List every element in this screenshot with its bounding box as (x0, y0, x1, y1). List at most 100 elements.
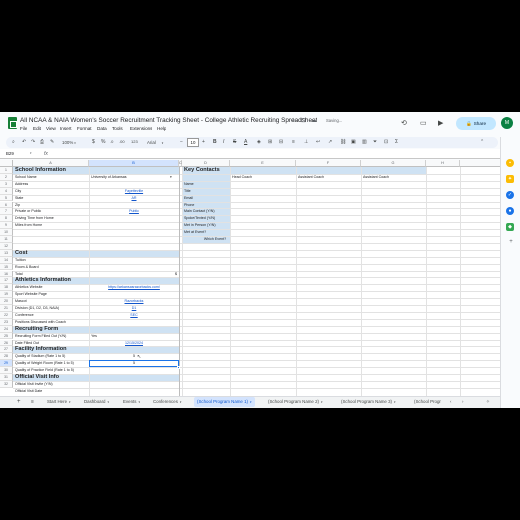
value-city[interactable]: Fayetteville (89, 188, 179, 195)
label-athletics-website[interactable]: Athletics Website (13, 284, 89, 291)
row-header[interactable]: 32 (0, 380, 13, 388)
row-header[interactable]: 16 (0, 270, 13, 278)
functions-icon[interactable]: Σ (395, 139, 398, 145)
row-header[interactable]: 12 (0, 242, 13, 250)
column-header-h[interactable]: H (426, 160, 460, 167)
row-header[interactable]: 27 (0, 346, 13, 354)
contact-label-main-contact[interactable]: Main Contact (Y/N) (182, 208, 230, 215)
label-driving-time[interactable]: Driving Time from Home (13, 215, 89, 222)
get-addons-icon[interactable]: + (507, 239, 515, 245)
contact-label-name[interactable]: Name (182, 181, 230, 188)
name-box[interactable]: B29 (6, 151, 14, 156)
value-mascot[interactable]: Razorbacks (89, 298, 179, 305)
row-header[interactable]: 28 (0, 353, 13, 361)
row-header[interactable]: 30 (0, 367, 13, 374)
label-address[interactable]: Address (13, 181, 89, 188)
row-header-selected[interactable]: 29 (0, 360, 13, 368)
row-header[interactable]: 6 (0, 201, 13, 209)
row-header[interactable]: 18 (0, 284, 13, 292)
increase-decimal-button[interactable]: .00 (119, 139, 125, 144)
search-menus-icon[interactable]: ⌕ (12, 139, 15, 145)
value-private-public[interactable]: Public (89, 208, 179, 215)
contact-label-met-at-event[interactable]: Met at Event? (182, 229, 230, 236)
row-header[interactable]: 14 (0, 256, 13, 264)
label-positions[interactable]: Positions Discussed with Coach (13, 319, 89, 326)
row-header[interactable]: 24 (0, 325, 13, 333)
value-school-name[interactable]: University of Arkansas (89, 174, 169, 181)
column-header-g[interactable]: G (361, 160, 426, 167)
decrease-font-size-icon[interactable]: − (180, 139, 183, 145)
section-key-contacts[interactable]: Key Contacts (182, 167, 242, 174)
text-rotation-icon[interactable]: ↗ (328, 139, 332, 145)
sheet-tab-school-program-4[interactable]: (School Progr (414, 397, 446, 407)
row-header[interactable]: 19 (0, 291, 13, 299)
section-cost[interactable]: Cost (13, 250, 89, 257)
select-all-corner[interactable] (0, 160, 13, 167)
label-zip[interactable]: Zip (13, 202, 89, 209)
fill-handle[interactable] (177, 365, 180, 369)
contact-label-met-in-person[interactable]: Met in Person (Y/N) (182, 222, 230, 229)
share-button[interactable]: 🔒 Share (456, 117, 496, 130)
meet-icon[interactable]: ▶ (438, 119, 443, 127)
row-header[interactable]: 3 (0, 180, 13, 188)
row-header[interactable]: 15 (0, 263, 13, 271)
text-color-button[interactable]: A (244, 139, 247, 145)
zoom-select[interactable]: 100% ▾ (62, 138, 76, 147)
font-size-input[interactable]: 10 (187, 138, 199, 147)
label-school-name[interactable]: School Name (13, 174, 89, 181)
column-header-e[interactable]: E (230, 160, 296, 167)
contact-label-title[interactable]: Title (182, 188, 230, 195)
sheet-tab-school-program-1[interactable]: (School Program Name 1) ▾ (194, 397, 255, 407)
font-select[interactable]: Arial ▾ (147, 138, 163, 147)
strikethrough-button[interactable]: S (233, 139, 236, 145)
contact-label-which-event[interactable]: Which Event? (182, 236, 248, 243)
value-practice-field[interactable]: 5 (89, 360, 179, 367)
section-facility-information[interactable]: Facility Information (13, 346, 103, 353)
sheet-tab-dashboard[interactable]: Dashboard ▾ (84, 397, 109, 407)
label-form-filled[interactable]: Recruiting Form Filled Out (Y/N) (13, 333, 89, 340)
bold-button[interactable]: B (213, 139, 217, 145)
row-header[interactable]: 17 (0, 277, 13, 285)
paint-format-icon[interactable]: ✎ (50, 139, 54, 145)
menu-tools[interactable]: Tools (112, 126, 123, 131)
row-header[interactable]: 21 (0, 305, 13, 312)
column-header-f[interactable]: F (296, 160, 361, 167)
header-assistant-coach-1[interactable]: Assistant Coach (296, 174, 361, 181)
vertical-align-icon[interactable]: ⊥ (304, 139, 308, 145)
section-official-visit[interactable]: Official Visit Info (13, 374, 103, 381)
label-weight-room[interactable]: Quality of Weight Room (Rate 1 to 5) (13, 360, 89, 367)
value-form-filled[interactable]: Yes (89, 333, 179, 340)
collapse-toolbar-icon[interactable]: ⌃ (480, 139, 484, 145)
label-tuition[interactable]: Tuition (13, 257, 89, 264)
row-header[interactable]: 9 (0, 222, 13, 230)
column-header-a[interactable]: A (13, 160, 89, 167)
row-header[interactable]: 1 (0, 167, 13, 174)
sheet-tab-start-here[interactable]: Start Here ▾ (47, 397, 71, 407)
document-title[interactable]: All NCAA & NAIA Women's Soccer Recruitme… (20, 117, 317, 124)
label-mascot[interactable]: Mascot (13, 298, 89, 305)
column-header-blank[interactable] (460, 160, 500, 167)
spreadsheet-grid[interactable]: A B C D E F G H 1 2 3 4 5 6 7 8 9 10 11 … (0, 160, 500, 396)
menu-extensions[interactable]: Extensions (130, 126, 152, 131)
label-date-filled[interactable]: Date Filled Out (13, 340, 89, 347)
calendar-icon[interactable]: ▪ (506, 159, 514, 167)
sheet-tab-events[interactable]: Events ▾ (123, 397, 140, 407)
value-division[interactable]: D1 (89, 305, 179, 312)
header-assistant-coach-2[interactable]: Assistant Coach (361, 174, 426, 181)
text-wrap-icon[interactable]: ↩ (316, 139, 320, 145)
label-private-public[interactable]: Private or Public (13, 208, 89, 215)
row-header[interactable]: 8 (0, 215, 13, 223)
cloud-status-icon[interactable]: ☁ (311, 117, 317, 124)
value-stadium[interactable]: 5 (89, 353, 179, 360)
comments-icon[interactable]: ▭ (420, 119, 427, 127)
row-header[interactable]: 2 (0, 173, 13, 181)
contact-label-phone[interactable]: Phone (182, 202, 230, 209)
percent-format-button[interactable]: % (101, 139, 105, 145)
dropdown-chevron-icon[interactable]: ▾ (170, 175, 172, 179)
value-athletics-website[interactable]: https://arkansasrazorbacks.com/ (89, 284, 179, 291)
currency-format-button[interactable]: $ (92, 139, 95, 145)
section-athletics-information[interactable]: Athletics Information (13, 277, 103, 284)
print-icon[interactable]: ⎙ (40, 139, 44, 145)
row-header[interactable]: 20 (0, 298, 13, 305)
row-header[interactable]: 23 (0, 318, 13, 326)
